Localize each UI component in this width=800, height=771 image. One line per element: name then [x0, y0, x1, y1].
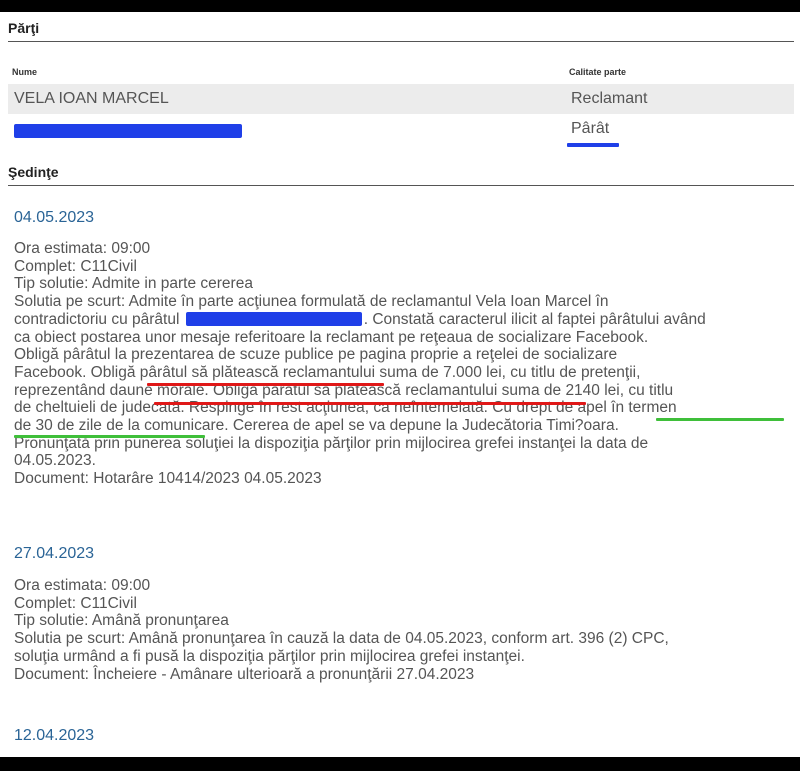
party-name: VELA IOAN MARCEL	[14, 90, 169, 107]
redacted-name-mark	[185, 311, 362, 326]
party-role: Pârât	[571, 120, 610, 137]
detail-line: reprezentând daune morale. Obligă pârâtu…	[14, 381, 674, 399]
hearing-date-link[interactable]: 04.05.2023	[14, 209, 94, 227]
detail-line: Facebook. Obligă pârâtul să plătească re…	[14, 363, 641, 381]
highlight-underline-mark	[656, 418, 784, 421]
column-header-calitate: Calitate parte	[569, 67, 627, 77]
detail-line: ca obiect postarea unor mesaje referitoa…	[14, 328, 649, 346]
hearing-details: Ora estimata: 09:00 Complet: C11Civil Ti…	[14, 577, 789, 683]
hearing-date-link[interactable]: 12.04.2023	[14, 727, 94, 745]
detail-text: . Constată caracterul ilicit al faptei p…	[363, 310, 706, 328]
party-role: Reclamant	[571, 90, 648, 107]
table-row: Pârât	[8, 114, 794, 147]
highlight-underline-mark	[154, 402, 586, 405]
detail-line: Solutia pe scurt: Amână pronunţarea în c…	[14, 630, 669, 648]
table-row: VELA IOAN MARCEL Reclamant	[8, 84, 794, 114]
detail-line: Complet: C11Civil	[14, 257, 137, 275]
detail-line: Complet: C11Civil	[14, 594, 137, 612]
document-page: Părţi Nume Calitate parte VELA IOAN MARC…	[0, 12, 800, 757]
sedinte-heading: Şedinţe	[8, 164, 59, 180]
parti-divider	[8, 41, 794, 42]
detail-line: Document: Hotarâre 10414/2023 04.05.2023	[14, 470, 322, 488]
sedinte-divider	[8, 185, 794, 186]
hearing-details: Ora estimata: 09:00 Complet: C11Civil Ti…	[14, 240, 789, 488]
parti-heading: Părţi	[8, 20, 40, 36]
highlight-underline-mark	[14, 435, 205, 438]
role-underline-mark	[567, 143, 619, 147]
detail-line: Document: Încheiere - Amânare ulterioară…	[14, 665, 475, 683]
detail-line: Solutia pe scurt: Admite în parte acţiun…	[14, 293, 609, 311]
detail-line: contradictoriu cu pârâtul . Constată car…	[14, 311, 789, 329]
redacted-name-mark	[14, 124, 242, 138]
hearing-date-link[interactable]: 27.04.2023	[14, 545, 94, 563]
detail-line: Ora estimata: 09:00	[14, 240, 151, 257]
detail-line: soluţia urmând a fi pusă la dispoziţia p…	[14, 647, 525, 665]
detail-line: 04.05.2023.	[14, 452, 96, 470]
highlight-underline-mark	[147, 383, 384, 386]
detail-line: Obligă pârâtul la prezentarea de scuze p…	[14, 346, 618, 364]
detail-line: Ora estimata: 09:00	[14, 577, 151, 594]
column-header-nume: Nume	[12, 67, 38, 77]
detail-line: Tip solutie: Admite in parte cererea	[14, 275, 253, 293]
detail-line: Tip solutie: Amână pronunţarea	[14, 612, 229, 630]
detail-text: contradictoriu cu pârâtul	[14, 310, 180, 328]
